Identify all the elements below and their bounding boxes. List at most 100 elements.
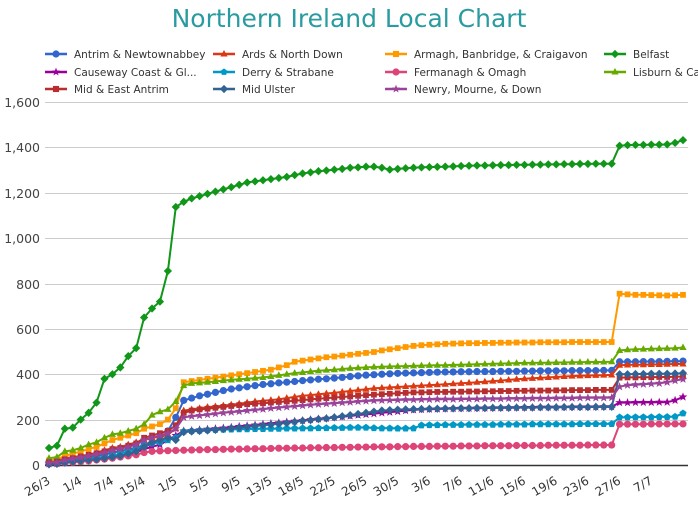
data-point	[505, 442, 513, 450]
data-point	[339, 352, 346, 359]
data-point	[520, 367, 529, 375]
legend-item[interactable]: Armagh, Banbridge, & Craigavon	[385, 49, 588, 61]
data-point	[402, 389, 409, 396]
data-point	[195, 446, 204, 454]
data-point	[243, 445, 251, 453]
data-point	[259, 380, 267, 389]
data-point	[291, 444, 299, 452]
data-point	[592, 339, 599, 345]
data-point	[338, 373, 346, 382]
data-point	[157, 421, 163, 428]
data-point	[299, 357, 306, 364]
data-point	[322, 375, 330, 383]
data-point	[441, 368, 449, 376]
data-point	[371, 349, 377, 355]
data-point	[315, 355, 322, 362]
data-point	[386, 443, 394, 451]
data-point	[537, 387, 544, 394]
y-tick-label: 400	[16, 367, 40, 382]
legend-label: Fermanagh & Omagh	[414, 67, 526, 79]
data-point	[267, 444, 275, 453]
data-point	[569, 387, 575, 394]
data-point	[497, 442, 505, 450]
data-point	[663, 420, 671, 428]
data-point	[299, 377, 307, 385]
data-point	[537, 339, 544, 346]
data-point	[544, 441, 552, 449]
data-point	[671, 420, 679, 428]
y-tick-label: 0	[32, 458, 40, 473]
data-point	[608, 339, 615, 345]
data-point	[267, 380, 275, 388]
data-point	[528, 367, 537, 375]
data-point	[172, 446, 180, 455]
data-point	[410, 389, 417, 396]
data-point	[474, 388, 480, 395]
data-point	[370, 443, 378, 451]
data-point	[552, 441, 560, 449]
data-point	[402, 344, 409, 350]
data-point	[616, 290, 623, 297]
data-point	[362, 371, 370, 379]
data-point	[655, 420, 663, 428]
data-point	[449, 368, 457, 376]
data-point	[600, 387, 607, 393]
data-point	[235, 384, 243, 392]
data-point	[640, 291, 647, 298]
legend-label: Armagh, Banbridge, & Craigavon	[414, 49, 588, 61]
data-point	[370, 371, 378, 379]
legend-label: Lisburn & Castlereagh	[633, 67, 698, 79]
legend-label: Antrim & Newtownabbey	[74, 49, 205, 61]
data-point	[362, 443, 370, 451]
data-point	[569, 339, 575, 345]
data-point	[457, 442, 465, 450]
data-point	[600, 339, 607, 345]
data-point	[505, 388, 512, 394]
y-tick-label: 1,400	[4, 140, 40, 155]
data-point	[561, 339, 568, 346]
data-point	[568, 441, 576, 449]
y-tick-label: 200	[16, 413, 40, 428]
data-point	[330, 443, 338, 452]
legend-marker-icon	[52, 85, 60, 93]
data-point	[330, 374, 338, 382]
data-point	[306, 444, 315, 452]
data-point	[409, 369, 418, 377]
data-point	[536, 441, 544, 450]
data-point	[235, 445, 243, 453]
data-point	[378, 443, 386, 451]
legend-label: Newry, Mourne, & Down	[414, 84, 541, 96]
data-point	[156, 447, 164, 455]
data-point	[481, 340, 488, 346]
data-point	[450, 388, 457, 395]
data-point	[323, 354, 330, 361]
data-point	[283, 362, 290, 369]
data-point	[664, 292, 671, 299]
data-point	[520, 441, 529, 450]
data-point	[433, 442, 441, 450]
data-point	[260, 367, 266, 374]
legend-label: Belfast	[633, 49, 669, 61]
data-point	[584, 441, 592, 449]
data-point	[164, 416, 171, 423]
data-point	[481, 367, 489, 376]
data-point	[299, 444, 307, 452]
data-point	[442, 340, 449, 347]
data-point	[592, 387, 599, 393]
data-point	[442, 389, 449, 395]
data-point	[291, 358, 298, 365]
data-point	[616, 420, 624, 428]
data-point	[576, 441, 584, 449]
data-point	[434, 341, 441, 348]
data-point	[227, 445, 235, 453]
data-point	[283, 378, 291, 386]
data-point	[402, 369, 410, 377]
data-point	[433, 368, 441, 376]
data-point	[656, 292, 663, 299]
legend-label: Mid Ulster	[242, 84, 296, 96]
data-point	[378, 370, 386, 378]
data-point	[639, 420, 647, 428]
data-point	[322, 443, 330, 452]
data-point	[425, 368, 433, 377]
data-point	[521, 387, 528, 394]
